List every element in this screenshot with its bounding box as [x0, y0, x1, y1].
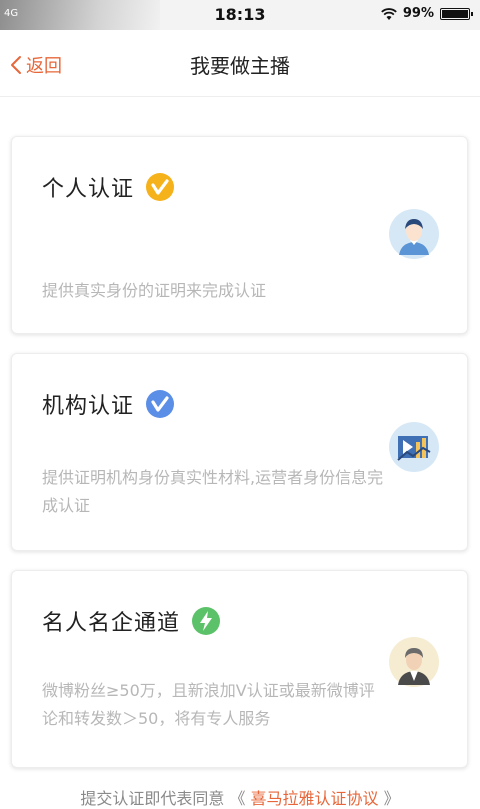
celebrity-avatar-icon	[389, 637, 439, 687]
battery-level	[442, 9, 468, 18]
celebrity-channel-card[interactable]: 名人名企通道 微博粉丝≥50万，且新浪加V认证或最新微博评论和转发数＞50，将有…	[11, 570, 468, 768]
card-description: 提供证明机构身份真实性材料,运营者身份信息完成认证	[42, 468, 384, 515]
card-description: 微博粉丝≥50万，且新浪加V认证或最新微博评论和转发数＞50，将有专人服务	[42, 681, 375, 728]
battery-percent: 99%	[402, 6, 434, 21]
close-quote: 》	[383, 789, 400, 808]
agreement-link[interactable]: 喜马拉雅认证协议	[251, 789, 379, 808]
back-button[interactable]: 返回	[10, 52, 62, 78]
open-quote: 《	[229, 789, 246, 808]
v-badge-icon	[146, 390, 175, 418]
organization-avatar-icon	[389, 422, 439, 472]
agreement-prefix: 提交认证即代表同意	[80, 789, 225, 808]
back-label: 返回	[26, 56, 62, 77]
card-description: 提供真实身份的证明来完成认证	[42, 281, 267, 300]
card-title-row: 机构认证	[42, 388, 175, 420]
card-title-row: 名人名企通道	[42, 605, 221, 637]
agreement-footer: 提交认证即代表同意 《 喜马拉雅认证协议 》	[0, 785, 480, 809]
nav-bar: 返回 我要做主播	[0, 30, 480, 97]
status-bar: 4G 18:13 99%	[0, 0, 480, 30]
organization-verification-card[interactable]: 机构认证 提供证明机构身份真实性材料,运营者身份信息完成认证	[11, 353, 468, 551]
v-badge-icon	[146, 173, 175, 201]
person-avatar-icon	[389, 209, 439, 259]
status-indicators: 99%	[381, 6, 473, 21]
card-title-row: 个人认证	[42, 171, 175, 203]
wifi-icon	[381, 7, 397, 20]
verification-options: 个人认证 提供真实身份的证明来完成认证 机构认证 提供证明机构身份真实性材料,运…	[0, 97, 480, 809]
page-title: 我要做主播	[190, 54, 290, 78]
card-title: 个人认证	[42, 177, 135, 202]
battery-icon	[440, 7, 473, 20]
lightning-badge-icon	[192, 607, 221, 635]
personal-verification-card[interactable]: 个人认证 提供真实身份的证明来完成认证	[11, 136, 468, 334]
card-title: 名人名企通道	[42, 611, 181, 636]
chevron-left-icon	[11, 56, 21, 74]
card-title: 机构认证	[42, 394, 135, 419]
